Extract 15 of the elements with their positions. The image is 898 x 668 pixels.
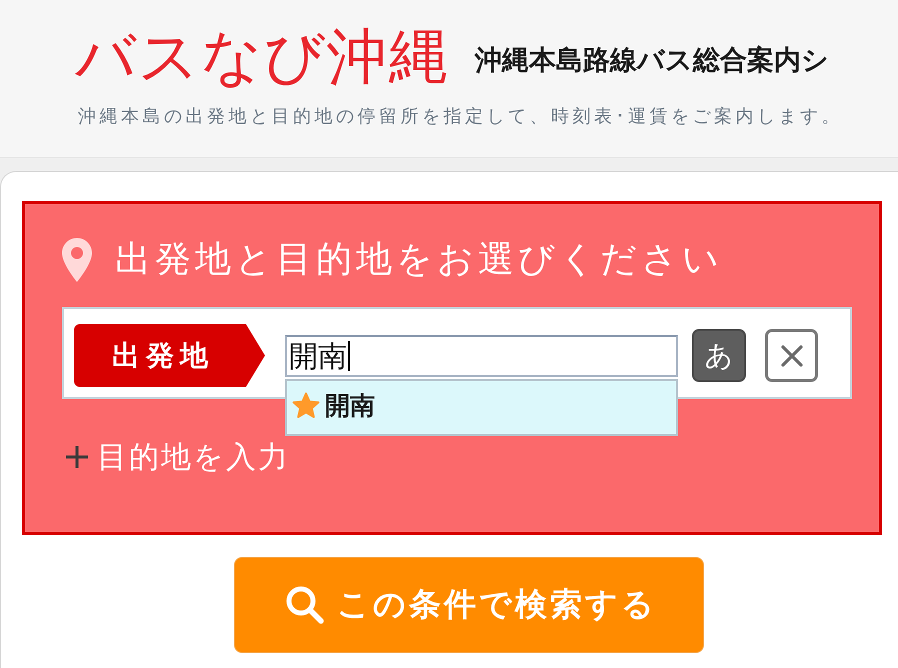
site-logo[interactable]: バスなび沖縄 [75, 25, 451, 89]
map-pin-icon [62, 238, 92, 282]
plus-icon [65, 445, 89, 469]
search-icon [285, 585, 325, 625]
text-cursor-icon [348, 340, 350, 370]
panel-title: 出発地と目的地をお選びください [115, 238, 723, 282]
kana-button[interactable]: あ [692, 329, 746, 382]
star-icon [292, 392, 320, 419]
clear-button[interactable] [765, 329, 818, 382]
site-tagline: 沖縄本島路線バス総合案内シ [475, 44, 829, 78]
site-description: 沖縄本島の出発地と目的地の停留所を指定して、時刻表･運賃をご案内します。 [78, 105, 844, 129]
close-icon [780, 344, 804, 368]
suggestion-item[interactable]: 開南 [287, 380, 676, 430]
origin-input[interactable]: 開南 [285, 334, 678, 376]
origin-label: 出発地 [74, 324, 265, 387]
